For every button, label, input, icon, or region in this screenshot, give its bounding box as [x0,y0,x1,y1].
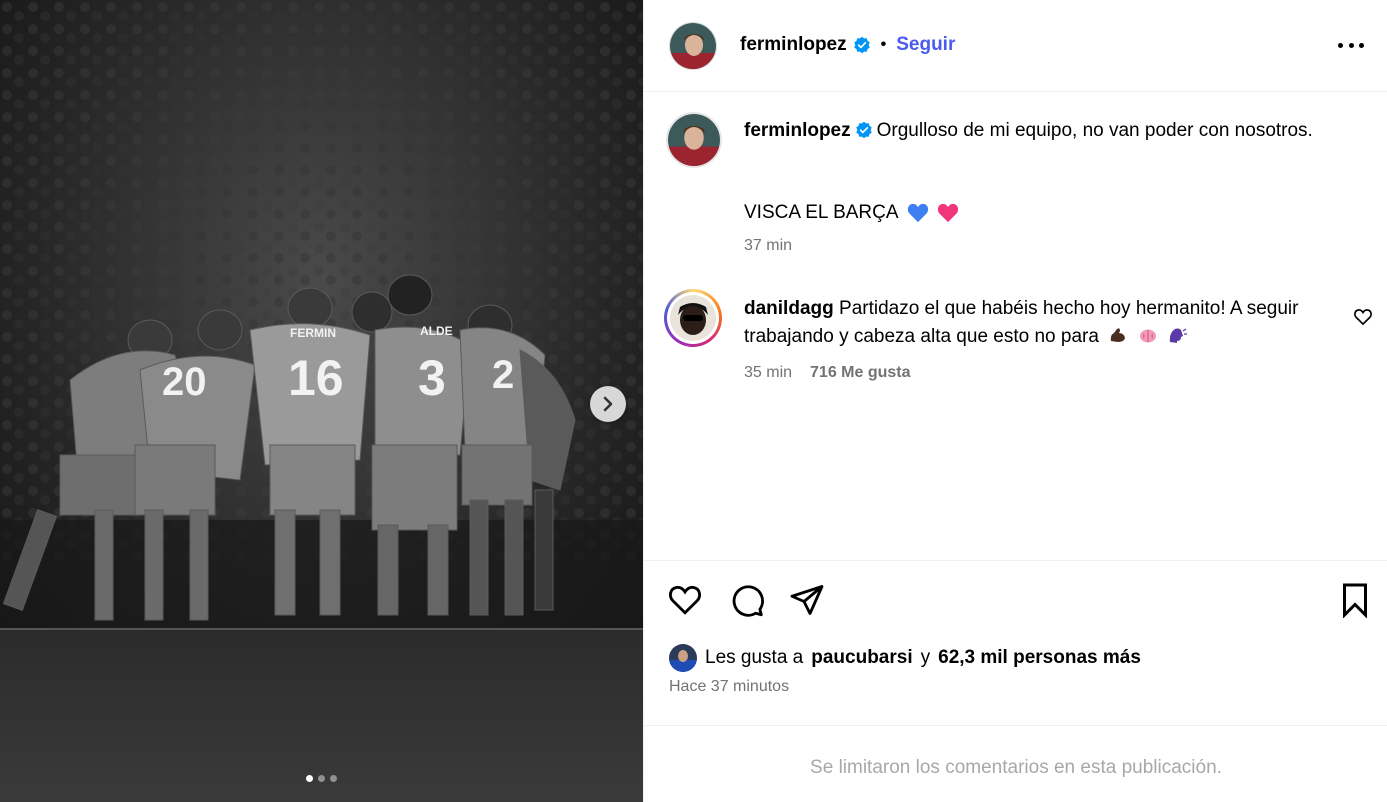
footer-divider [644,725,1387,726]
liked-by-others[interactable]: 62,3 mil personas más [938,647,1141,669]
verified-badge-icon [853,36,870,54]
post-timestamp[interactable]: Hace 37 minutos [669,678,789,696]
liked-by-prefix: Les gusta a [705,647,804,668]
more-dot-icon [1338,42,1343,48]
comment-bubble-icon [732,585,764,617]
bookmark-icon [1343,583,1367,618]
author-avatar-image [670,23,716,69]
post-header-user: ferminlopez • Seguir [740,34,955,56]
like-button[interactable] [665,580,705,620]
header-separator: • [880,36,887,53]
caption-author-avatar[interactable] [666,112,722,168]
blue-heart-icon [907,203,928,223]
speaking-head-icon [1169,328,1187,343]
commenter-username[interactable]: danildagg [744,298,834,319]
post-header: ferminlopez • Seguir [644,0,1387,92]
caption-timestamp: 37 min [744,237,793,254]
commenter-avatar[interactable] [664,289,722,347]
carousel-dot-1 [306,775,313,782]
author-username[interactable]: ferminlopez [740,34,847,56]
jersey-name-alde: ALDE [420,324,453,338]
comment-like-button[interactable] [1353,307,1373,327]
caption-text: Orgulloso de mi equipo, no van poder con… [876,120,1313,141]
comment-timestamp: 35 min [744,364,793,381]
comment-body: danildagg Partidazo el que habéis hecho … [744,295,1314,351]
verified-badge-icon [855,121,872,139]
caption-line-2: VISCA EL BARÇA [744,199,959,227]
post-photo: 20 16 3 2 FERMIN ALDE [0,0,643,802]
commenter-avatar-ring [667,292,719,344]
comment-button[interactable] [727,580,767,620]
heart-outline-icon [669,585,701,615]
carousel-dot-3 [330,775,337,782]
caption-author-avatar-image [668,114,720,166]
more-options-button[interactable] [1338,34,1364,56]
limited-comments-notice: Se limitaron los comentarios en esta pub… [810,757,1222,778]
liked-by: Les gusta a paucubarsi y 62,3 mil person… [669,644,1141,672]
carousel-next-button[interactable] [590,386,626,422]
more-dot-icon [1348,42,1354,48]
jersey-number-16: 16 [288,350,344,406]
liker-avatar[interactable] [669,644,697,672]
caption-text-2: VISCA EL BARÇA [744,202,899,223]
post-details-panel: ferminlopez • Seguir ferminlopez Orgullos… [643,0,1387,802]
brain-icon [1139,329,1156,343]
liked-by-user[interactable]: paucubarsi [811,647,912,669]
carousel-dot-2 [318,775,325,782]
jersey-number-2: 2 [492,353,514,397]
actions-divider [644,560,1387,561]
liker-avatar-image [669,644,697,672]
post-media[interactable]: 20 16 3 2 FERMIN ALDE [0,0,643,802]
jersey-number-3: 3 [418,350,446,406]
heart-outline-icon [1354,309,1372,326]
caption-username[interactable]: ferminlopez [744,120,851,141]
liked-by-conj: y [920,647,931,668]
author-avatar[interactable] [669,22,717,70]
pink-heart-icon [937,203,958,223]
comment-likes-count[interactable]: 716 Me gusta [810,364,910,382]
chevron-right-icon [603,396,613,412]
muscle-icon [1111,328,1126,342]
comment-meta: 35 min 716 Me gusta [744,364,911,382]
share-button[interactable] [787,580,827,620]
paper-plane-icon [790,585,824,615]
post-caption: ferminlopez Orgulloso de mi equipo, no va… [744,117,1344,145]
more-dot-icon [1359,42,1364,48]
save-button[interactable] [1335,580,1375,620]
jersey-name-fermin: FERMIN [290,326,336,340]
jersey-number-20: 20 [162,360,207,404]
commenter-avatar-image [670,295,716,341]
carousel-indicator [0,775,643,782]
follow-button[interactable]: Seguir [896,34,955,56]
